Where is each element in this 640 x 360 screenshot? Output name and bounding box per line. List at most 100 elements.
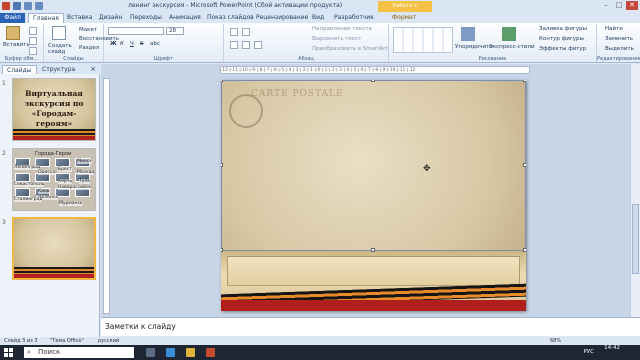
bullets-icon[interactable] — [230, 28, 238, 36]
zoom-level[interactable]: 68% — [550, 337, 561, 345]
city-photo — [15, 173, 30, 182]
editing-group-label: Редактирование — [597, 56, 640, 62]
slide-2-title: Города-Герои — [35, 151, 72, 157]
resize-handle[interactable] — [371, 248, 375, 252]
resize-handle[interactable] — [523, 80, 526, 82]
group-editing: Найти Заменить Выделить Редактирование — [597, 24, 640, 62]
task-view-icon[interactable] — [146, 348, 155, 357]
arrange-icon[interactable] — [461, 27, 475, 41]
quick-access-toolbar — [2, 2, 43, 10]
tab-home[interactable]: Главная — [28, 13, 64, 23]
format-painter-icon[interactable] — [29, 47, 37, 55]
align-center-icon[interactable] — [242, 41, 250, 49]
city-label: Киев — [38, 189, 50, 194]
quick-styles-icon[interactable] — [502, 27, 516, 41]
tab-outline-panel[interactable]: Структура — [38, 65, 79, 74]
smartart-button[interactable]: Преобразовать в SmartArt — [312, 46, 388, 52]
undo-icon[interactable] — [24, 2, 32, 10]
city-label: Брест — [58, 167, 72, 172]
taskbar-search[interactable]: ⌕ Поиск — [24, 347, 134, 358]
slide-canvas[interactable]: CARTE POSTALE — [221, 80, 526, 311]
city-label: Москва — [77, 170, 95, 175]
resize-handle[interactable] — [523, 248, 526, 252]
font-size-field[interactable]: 28 — [166, 27, 184, 35]
resize-handle[interactable] — [221, 80, 223, 82]
copy-icon[interactable] — [29, 37, 37, 45]
align-text-button[interactable]: Выровнять текст — [312, 36, 361, 42]
minimize-button[interactable]: – — [600, 1, 612, 10]
slide-thumbnail-2[interactable]: Города-Герои Ленинград Одесса Брест Минс… — [12, 148, 96, 211]
quick-styles-button[interactable]: Экспресс-стили — [489, 44, 535, 50]
slide-workspace: ·12·|·11·|·10·|·9·|·8·|·7·|·6·|·5·|·4·|·… — [101, 64, 630, 317]
explorer-icon[interactable] — [186, 348, 195, 357]
paste-button[interactable]: Вставить — [3, 42, 30, 48]
align-right-icon[interactable] — [254, 41, 262, 49]
move-cursor-icon: ✥ — [423, 164, 431, 174]
cut-icon[interactable] — [29, 27, 37, 35]
resize-handle[interactable] — [523, 163, 526, 167]
tab-review[interactable]: Рецензирование — [256, 13, 308, 23]
shape-fill-button[interactable]: Заливка фигуры — [539, 26, 587, 32]
language[interactable]: русский — [98, 337, 119, 345]
tab-file[interactable]: Файл — [0, 13, 25, 23]
shapes-gallery[interactable] — [393, 27, 453, 53]
edge-icon[interactable] — [166, 348, 175, 357]
notes-pane[interactable]: Заметки к слайду — [101, 317, 640, 336]
selected-picture[interactable] — [221, 80, 526, 251]
windows-start-icon[interactable] — [4, 348, 13, 357]
redo-icon[interactable] — [35, 2, 43, 10]
new-slide-button[interactable]: Создать слайд — [48, 43, 76, 55]
panel-tabs: Слайды Структура × — [0, 64, 100, 74]
save-icon[interactable] — [13, 2, 21, 10]
font-name-field[interactable] — [108, 27, 164, 35]
tab-developer[interactable]: Разработчик — [334, 13, 374, 23]
group-font: 28 Ж К Ч S abc Шрифт — [104, 24, 224, 62]
vertical-scrollbar[interactable] — [630, 64, 640, 317]
tab-slides-panel[interactable]: Слайды — [2, 65, 37, 74]
powerpoint-icon[interactable] — [2, 2, 10, 10]
status-bar: Слайд 3 из 3 "Тема Office" русский 68% — [0, 337, 640, 345]
underline-button[interactable]: Ч — [130, 41, 134, 47]
spacing-button[interactable]: abc — [150, 41, 160, 47]
text-direction-button[interactable]: Направление текста — [312, 26, 372, 32]
resize-handle[interactable] — [221, 248, 223, 252]
maximize-button[interactable]: □ — [613, 1, 625, 10]
paste-icon[interactable] — [6, 26, 20, 40]
find-button[interactable]: Найти — [605, 26, 623, 32]
red-bar — [14, 274, 94, 278]
slide-thumbnail-1[interactable]: Виртуальная экскурсия по «Городам-героям… — [12, 78, 96, 141]
align-left-icon[interactable] — [230, 41, 238, 49]
tab-view[interactable]: Вид — [312, 13, 324, 23]
numbering-icon[interactable] — [242, 28, 250, 36]
shape-effects-button[interactable]: Эффекты фигур — [539, 46, 586, 52]
tab-design[interactable]: Дизайн — [99, 13, 122, 23]
select-button[interactable]: Выделить — [605, 46, 634, 52]
scroll-thumb[interactable] — [632, 204, 639, 274]
tab-format[interactable]: Формат — [392, 13, 416, 23]
tab-insert[interactable]: Вставка — [67, 13, 92, 23]
slide-thumbnail-3[interactable] — [12, 217, 96, 280]
city-label: Керчь — [58, 179, 73, 184]
bold-button[interactable]: Ж — [110, 41, 117, 47]
tab-slideshow[interactable]: Показ слайдов — [207, 13, 254, 23]
resize-handle[interactable] — [371, 80, 375, 82]
theme-name[interactable]: "Тема Office" — [50, 337, 84, 345]
new-slide-icon[interactable] — [52, 26, 66, 40]
red-bar — [13, 136, 95, 140]
powerpoint-taskbar-icon[interactable] — [206, 348, 215, 357]
slide-counter: Слайд 3 из 3 — [4, 338, 38, 344]
resize-handle[interactable] — [221, 163, 223, 167]
replace-button[interactable]: Заменить — [605, 36, 633, 42]
arrange-button[interactable]: Упорядочить — [455, 44, 493, 50]
input-language[interactable]: РУС — [583, 349, 594, 355]
italic-button[interactable]: К — [120, 41, 124, 47]
clock[interactable]: 14:42 — [604, 345, 620, 352]
close-panel-icon[interactable]: × — [90, 65, 96, 73]
shape-outline-button[interactable]: Контур фигуры — [539, 36, 584, 42]
section-button[interactable]: Раздел — [79, 45, 99, 51]
close-button[interactable]: ✕ — [626, 1, 638, 10]
layout-button[interactable]: Макет — [79, 27, 97, 33]
tab-transitions[interactable]: Переходы — [130, 13, 162, 23]
tab-animation[interactable]: Анимация — [169, 13, 201, 23]
strike-button[interactable]: S — [140, 41, 144, 47]
